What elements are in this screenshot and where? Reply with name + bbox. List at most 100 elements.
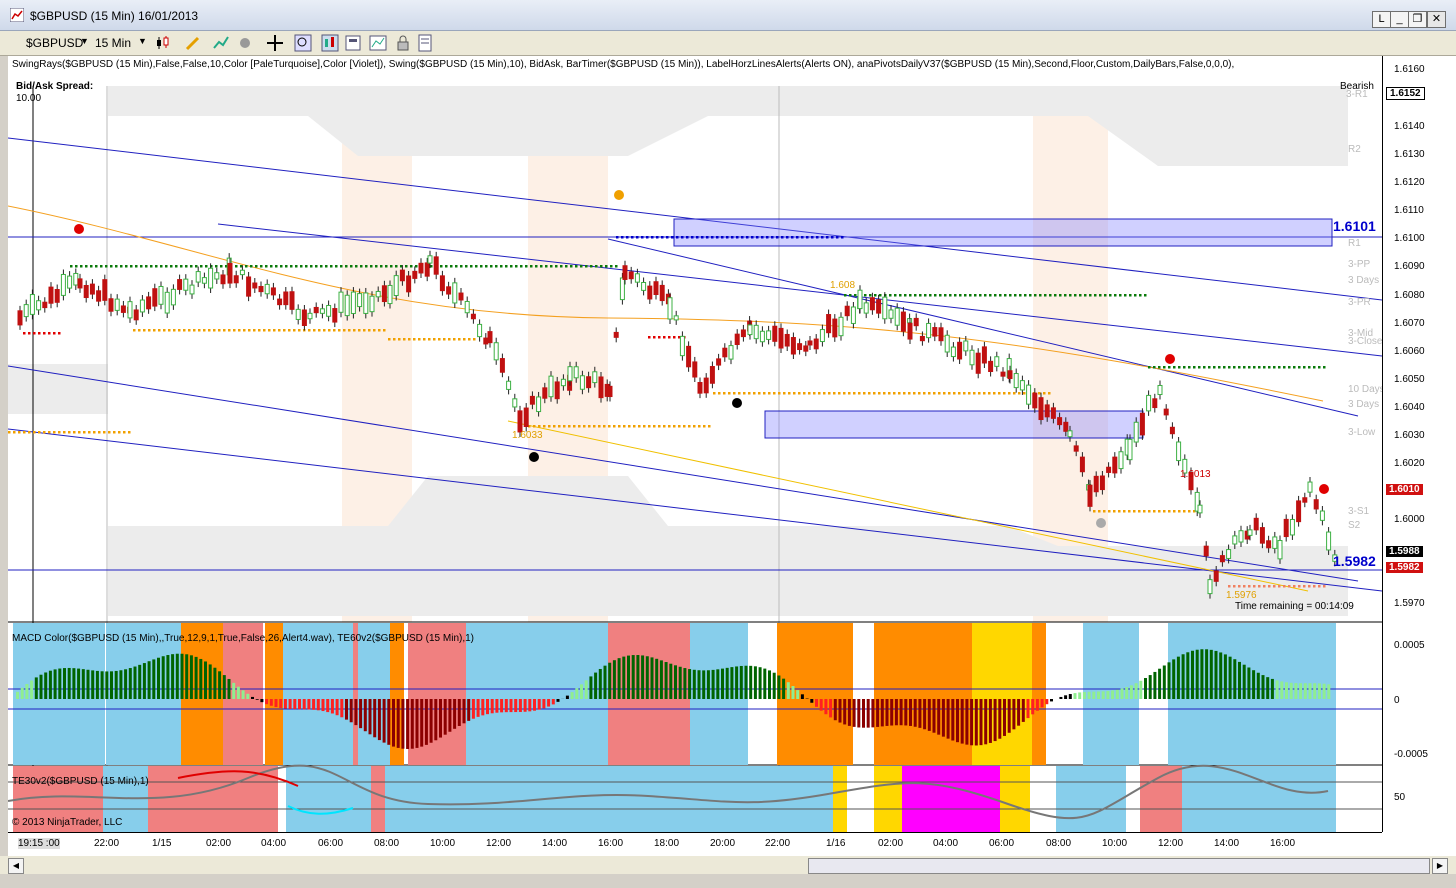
swing-ray-dot: [726, 236, 729, 239]
macd-bar: [998, 699, 1002, 739]
bar-type-icon[interactable]: [155, 34, 173, 52]
macd-bar: [533, 699, 536, 711]
macd-bar: [77, 668, 81, 699]
template-icon[interactable]: [416, 34, 434, 52]
chart-plot-area[interactable]: SwingRays($GBPUSD (15 Min),False,False,1…: [8, 56, 1382, 856]
zoom-icon[interactable]: [294, 34, 312, 52]
swing-ray-dot: [590, 265, 593, 268]
time-axis[interactable]: 19:15 :00 22:00 1/15 02:00 04:00 06:00 0…: [8, 832, 1382, 857]
candle-body: [427, 255, 433, 264]
macd-bar: [1092, 691, 1096, 699]
candle-body: [313, 306, 319, 314]
candle-body: [1307, 481, 1313, 493]
swing-ray-dot: [295, 265, 298, 268]
crosshair-icon[interactable]: [266, 34, 284, 52]
swing-ray-dot: [731, 236, 734, 239]
scroll-thumb[interactable]: [808, 858, 1430, 874]
macd-bar: [862, 699, 865, 728]
swing-ray-dot: [821, 236, 824, 239]
macd-bar: [180, 653, 184, 699]
macd-background: [874, 623, 972, 765]
swing-ray-dot: [889, 294, 892, 297]
macd-bar: [674, 665, 677, 699]
macd-bar: [857, 699, 861, 728]
swing-ray-dot: [150, 265, 153, 268]
macd-bar: [1073, 693, 1077, 699]
swing-ray-dot: [691, 236, 694, 239]
macd-bar: [937, 699, 941, 735]
macd-bar: [208, 664, 212, 699]
indicator-icon[interactable]: [212, 34, 230, 52]
swing-ray-dot: [593, 425, 596, 428]
macd-bar: [819, 699, 823, 711]
data-box-icon[interactable]: [344, 34, 362, 52]
swing-ray-dot: [220, 265, 223, 268]
swing-ray-dot: [938, 392, 941, 395]
swing-ray-dot: [1048, 392, 1051, 395]
macd-bar: [312, 699, 316, 710]
swing-ray-dot: [130, 265, 133, 268]
macd-bar: [279, 699, 283, 708]
macd-bar: [443, 699, 447, 735]
swing-ray-dot: [756, 236, 759, 239]
swing-ray-dot: [565, 265, 568, 268]
chart-properties-icon[interactable]: [321, 34, 339, 52]
macd-bar: [716, 669, 720, 699]
candle-body: [48, 286, 54, 304]
swing-ray-dot: [651, 236, 654, 239]
swing-ray-dot: [913, 392, 916, 395]
candle-body: [493, 342, 499, 361]
swing-ray-dot: [673, 336, 676, 339]
swing-ray-dot: [1119, 294, 1122, 297]
chevron-down-icon[interactable]: ▼: [138, 36, 147, 46]
swing-ray-dot: [1233, 585, 1236, 588]
swing-ray-dot: [668, 425, 671, 428]
scroll-left-icon[interactable]: ◀: [8, 858, 24, 874]
lock-icon[interactable]: [394, 34, 412, 52]
swing-ray-dot: [1288, 585, 1291, 588]
swing-ray-dot: [158, 329, 161, 332]
macd-bar: [960, 699, 964, 744]
pivot-label: 10 Days: [1348, 384, 1382, 395]
strategy-icon[interactable]: [236, 34, 254, 52]
maximize-button[interactable]: ❐: [1408, 11, 1427, 28]
candle-body: [418, 262, 424, 274]
swing-point: [1165, 354, 1175, 364]
close-button[interactable]: ✕: [1427, 11, 1446, 28]
swing-ray-dot: [701, 236, 704, 239]
scroll-right-icon[interactable]: ▶: [1432, 858, 1448, 874]
draw-pencil-icon[interactable]: [184, 34, 202, 52]
chevron-down-icon[interactable]: ▼: [80, 36, 89, 46]
swing-ray-dot: [183, 329, 186, 332]
te30-background: [833, 766, 847, 832]
macd-bar: [354, 699, 358, 726]
time-tick: 16:00: [1270, 838, 1296, 849]
candle-body: [1197, 504, 1203, 514]
price-axis[interactable]: 1.6160 1.6140 1.6130 1.6120 1.6110 1.610…: [1382, 56, 1456, 856]
swing-ray-dot: [208, 329, 211, 332]
swing-ray-dot: [455, 265, 458, 268]
swing-ray-dot: [278, 329, 281, 332]
candle-body: [994, 356, 1000, 367]
candle-body: [307, 312, 313, 320]
macd-background: [358, 623, 390, 765]
swing-ray-dot: [844, 294, 847, 297]
swing-ray-dot: [894, 294, 897, 297]
macd-bar: [1266, 677, 1270, 699]
swing-ray-dot: [480, 265, 483, 268]
macd-bar: [63, 668, 66, 699]
macd-bar: [25, 684, 29, 699]
macd-bar: [218, 671, 222, 699]
horizontal-scrollbar[interactable]: ◀ ▶: [0, 856, 1456, 874]
minimize-button[interactable]: _: [1390, 11, 1409, 28]
candle-body: [1169, 426, 1175, 435]
swing-ray-dot: [88, 431, 91, 434]
chart-trader-icon[interactable]: [369, 34, 387, 52]
link-button[interactable]: L: [1372, 11, 1391, 28]
swing-ray-dot: [646, 236, 649, 239]
interval-selector[interactable]: 15 Min: [95, 36, 131, 50]
macd-bar: [800, 694, 804, 699]
instrument-selector[interactable]: $GBPUSD: [26, 36, 83, 50]
swing-ray-dot: [869, 294, 872, 297]
macd-bar: [401, 699, 405, 749]
